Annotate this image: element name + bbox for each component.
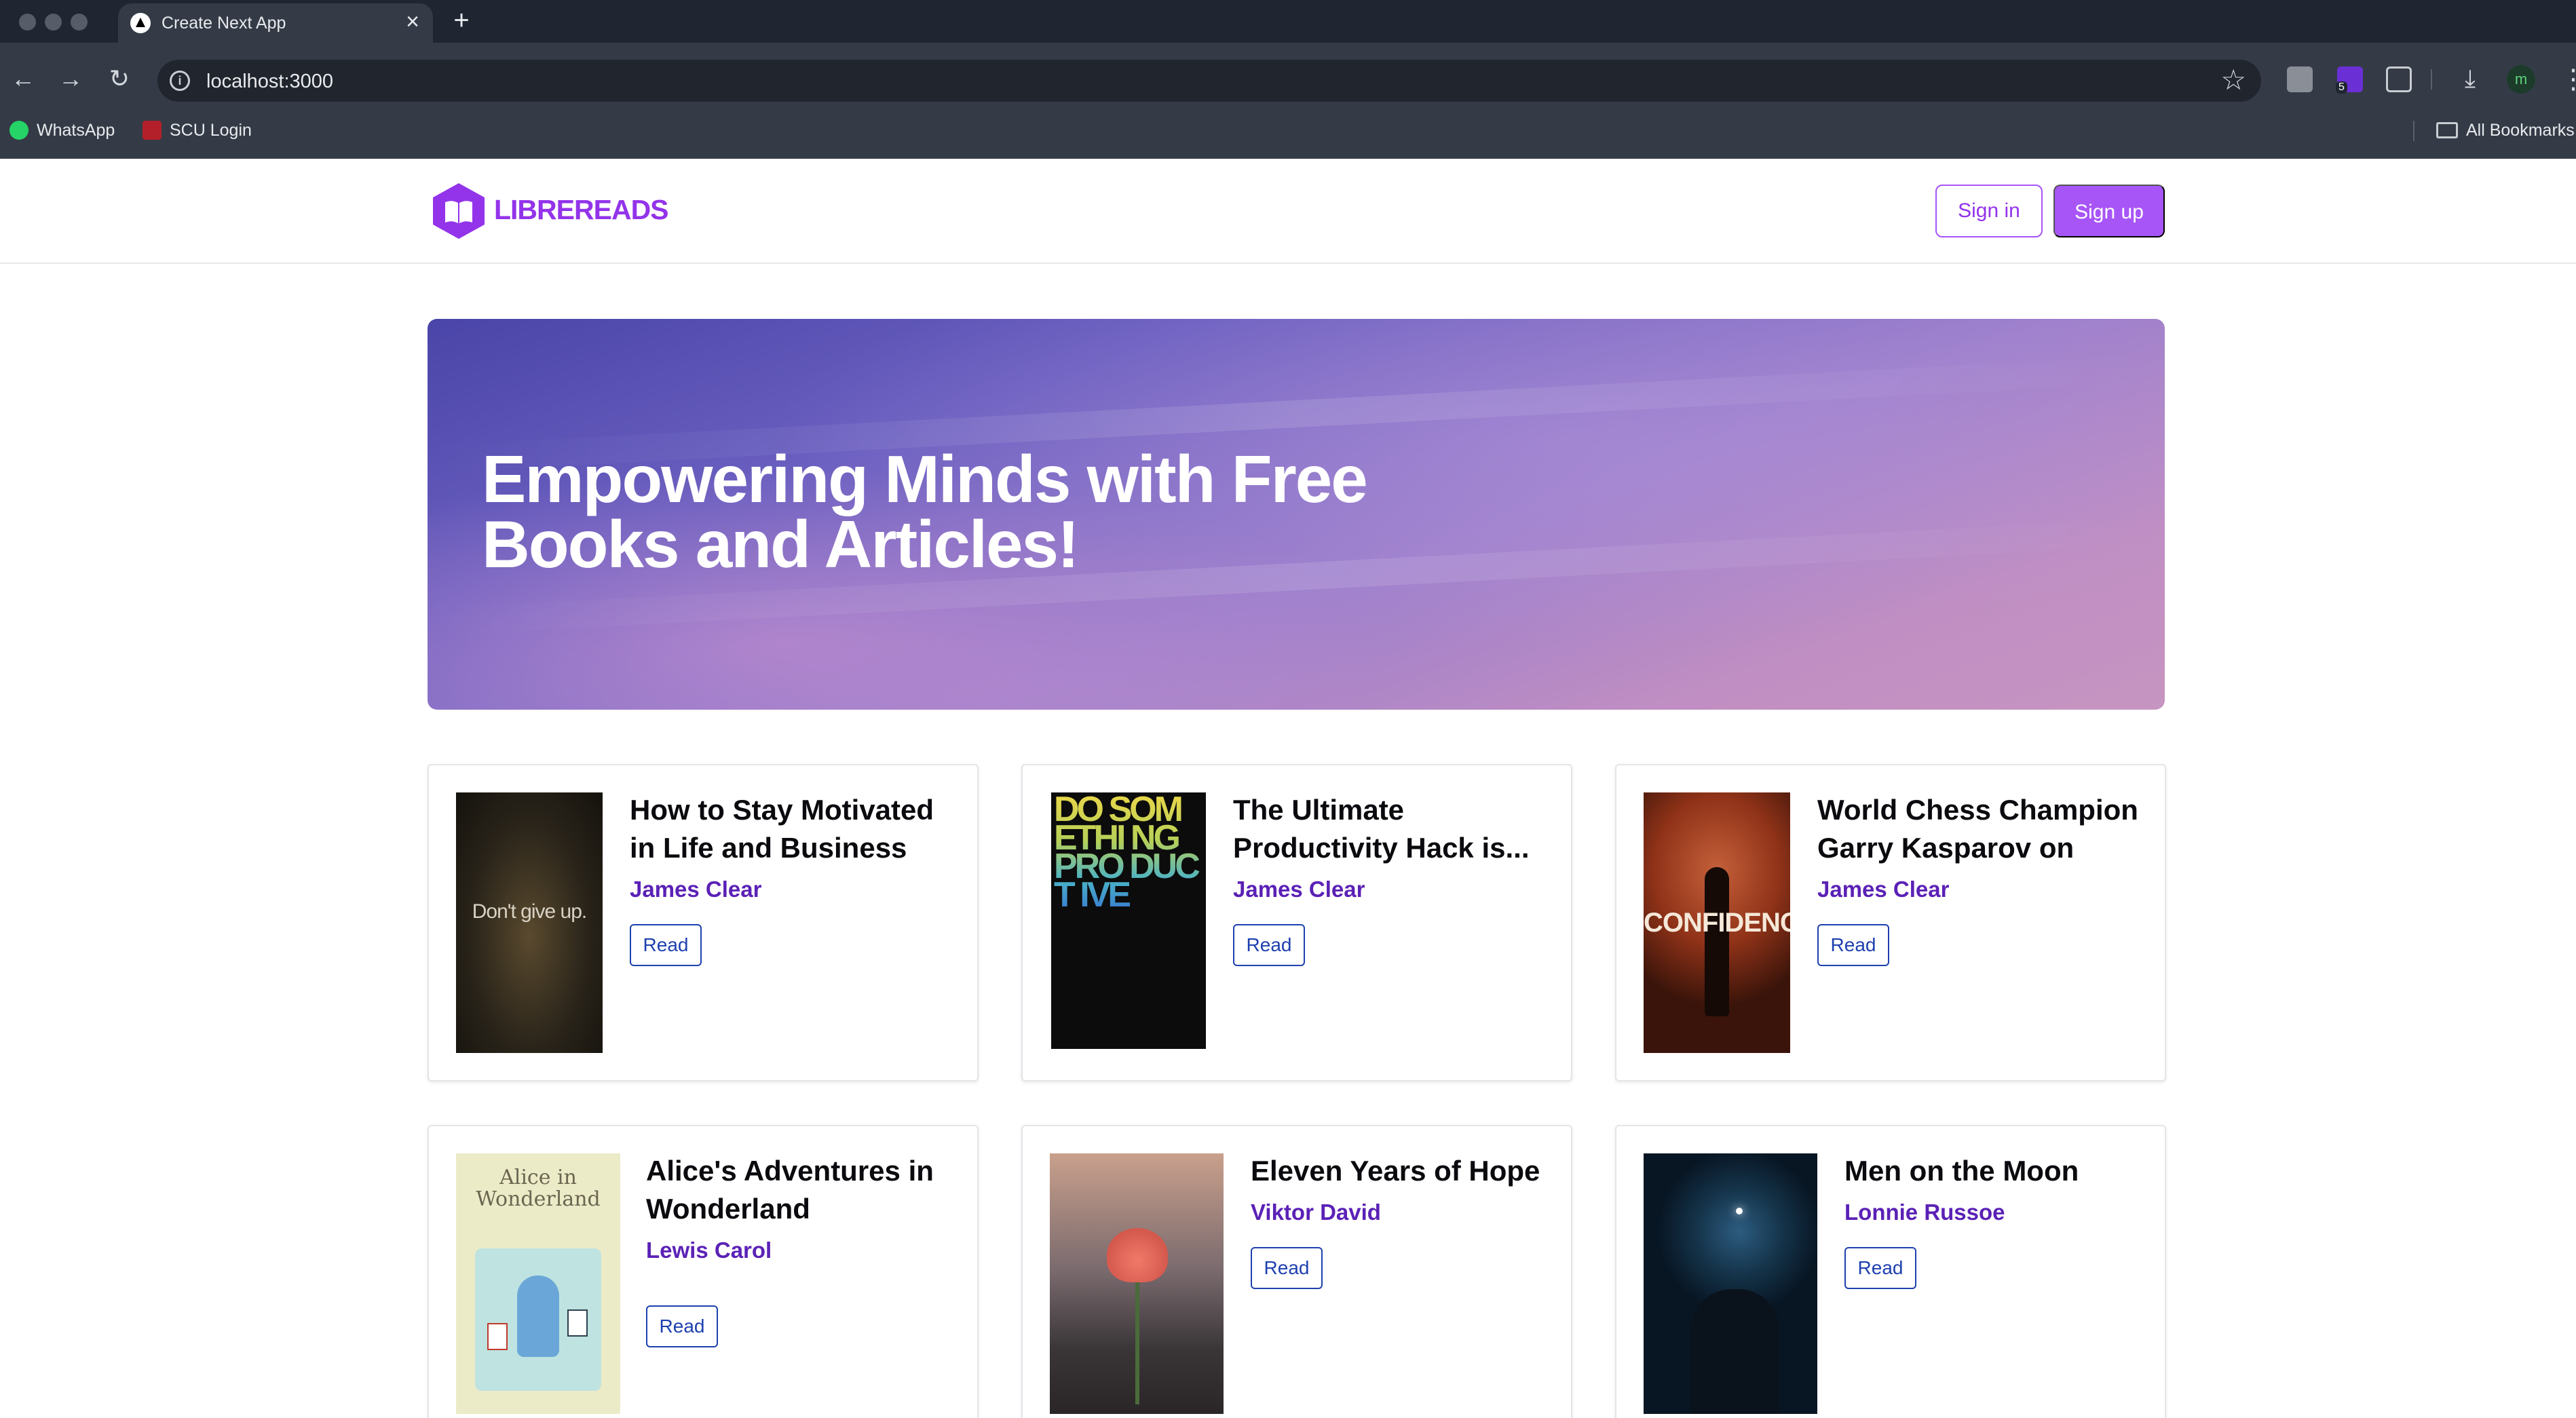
extensions-puzzle-icon[interactable] <box>2386 66 2412 92</box>
playing-card <box>567 1309 588 1337</box>
tab-title: Create Next App <box>162 14 286 33</box>
book-card: DO SOM ETHI NG PRO DUCT IVE The Ultimate… <box>1021 764 1572 1081</box>
close-tab-icon[interactable]: × <box>400 9 425 34</box>
brand-name[interactable]: LIBREREADS <box>494 194 669 226</box>
forward-icon[interactable]: → <box>57 65 84 92</box>
close-window-button[interactable] <box>19 14 36 31</box>
book-author: James Clear <box>1233 877 1365 902</box>
bookmark-whatsapp[interactable]: WhatsApp <box>10 118 115 142</box>
cover-text: CONFIDENCE <box>1644 908 1790 938</box>
book-author: Lewis Carol <box>646 1238 772 1263</box>
flower-stem <box>1135 1269 1139 1404</box>
read-button[interactable]: Read <box>630 924 702 966</box>
dont-give-up-cover[interactable]: Don't give up. <box>456 792 603 1053</box>
read-button[interactable]: Read <box>646 1305 718 1347</box>
flower-cover[interactable] <box>1050 1153 1224 1414</box>
book-author: James Clear <box>1817 877 1950 902</box>
bookmark-label: WhatsApp <box>37 120 115 140</box>
book-title[interactable]: Men on the Moon <box>1844 1152 2143 1190</box>
browser-chrome: Create Next App × + ← → ↻ i localhost:30… <box>0 0 2576 159</box>
sign-in-button[interactable]: Sign in <box>1935 185 2043 237</box>
nextjs-favicon-icon <box>130 13 151 33</box>
book-title[interactable]: Eleven Years of Hope <box>1251 1152 1549 1190</box>
site-info-icon[interactable]: i <box>170 71 190 91</box>
do-something-productive-cover[interactable]: DO SOM ETHI NG PRO DUCT IVE <box>1051 792 1206 1049</box>
book-card: CONFIDENCE World Chess Champion Garry Ka… <box>1615 764 2166 1081</box>
page-content: LIBREREADS Sign in Sign up Empowering Mi… <box>0 159 2576 1418</box>
cover-text: DO SOM ETHI NG PRO DUCT IVE <box>1054 792 1203 913</box>
all-bookmarks-label: All Bookmarks <box>2466 120 2575 140</box>
scu-icon <box>143 121 162 140</box>
bookmark-scu-login[interactable]: SCU Login <box>143 118 252 142</box>
book-title[interactable]: How to Stay Motivated in Life and Busine… <box>630 791 955 867</box>
url-text[interactable]: localhost:3000 <box>206 71 333 93</box>
book-card: Eleven Years of Hope Viktor David Read <box>1021 1125 1572 1418</box>
sign-up-button[interactable]: Sign up <box>2053 185 2165 237</box>
book-title[interactable]: World Chess Champion Garry Kasparov on H… <box>1817 791 2143 867</box>
new-tab-icon[interactable]: + <box>448 7 475 34</box>
book-card: Alice in Wonderland Alice's Adventures i… <box>428 1125 979 1418</box>
back-icon[interactable]: ← <box>10 65 37 92</box>
moon-cover[interactable] <box>1644 1153 1817 1414</box>
minimize-window-button[interactable] <box>45 14 62 31</box>
silhouette <box>1705 867 1729 1016</box>
alice-figure <box>517 1276 559 1357</box>
whatsapp-icon <box>10 121 29 140</box>
book-author: Viktor David <box>1251 1200 1381 1225</box>
person-silhouette <box>1691 1289 1779 1414</box>
read-button[interactable]: Read <box>1817 924 1889 966</box>
flower-bloom <box>1107 1228 1168 1282</box>
librereads-logo-icon[interactable] <box>430 182 487 240</box>
moon-light <box>1736 1208 1743 1214</box>
alice-cover[interactable]: Alice in Wonderland <box>456 1153 620 1414</box>
toolbar-divider <box>2431 69 2432 90</box>
reload-icon[interactable]: ↻ <box>106 65 133 92</box>
cover-text: Alice in Wonderland <box>476 1166 601 1211</box>
playing-card <box>487 1323 508 1350</box>
bookmark-star-icon[interactable]: ☆ <box>2220 65 2246 95</box>
maximize-window-button[interactable] <box>71 14 88 31</box>
bookmark-label: SCU Login <box>170 120 252 140</box>
book-title[interactable]: The Ultimate Productivity Hack is... <box>1233 791 1545 867</box>
hero-banner: Empowering Minds with Free Books and Art… <box>428 319 2165 710</box>
extension-notes-icon[interactable] <box>2287 66 2313 92</box>
book-card: Men on the Moon Lonnie Russoe Read <box>1615 1125 2166 1418</box>
cover-illustration <box>475 1248 601 1391</box>
site-header: LIBREREADS Sign in Sign up <box>0 159 2576 264</box>
book-author: James Clear <box>630 877 762 902</box>
downloads-icon[interactable]: ⤓ <box>2457 65 2484 92</box>
address-bar[interactable]: i localhost:3000 ☆ <box>157 60 2261 102</box>
profile-avatar[interactable]: m <box>2507 65 2535 94</box>
read-button[interactable]: Read <box>1844 1247 1916 1289</box>
book-card: Don't give up. How to Stay Motivated in … <box>428 764 979 1081</box>
cover-text: Don't give up. <box>472 900 588 923</box>
book-author: Lonnie Russoe <box>1844 1200 2005 1225</box>
read-button[interactable]: Read <box>1233 924 1305 966</box>
bookmarks-divider <box>2413 121 2414 141</box>
confidence-cover[interactable]: CONFIDENCE <box>1644 792 1790 1053</box>
tab-strip: Create Next App × + <box>0 0 2576 43</box>
browser-tab[interactable]: Create Next App × <box>118 3 433 43</box>
extension-badge: 5 <box>2336 81 2347 94</box>
browser-menu-icon[interactable]: ⋮ <box>2560 64 2576 95</box>
all-bookmarks[interactable]: All Bookmarks <box>2436 118 2575 142</box>
book-title[interactable]: Alice's Adventures in Wonderland <box>646 1152 958 1228</box>
hero-title: Empowering Minds with Free Books and Art… <box>482 442 1368 581</box>
read-button[interactable]: Read <box>1251 1247 1323 1289</box>
folder-icon <box>2436 122 2458 138</box>
